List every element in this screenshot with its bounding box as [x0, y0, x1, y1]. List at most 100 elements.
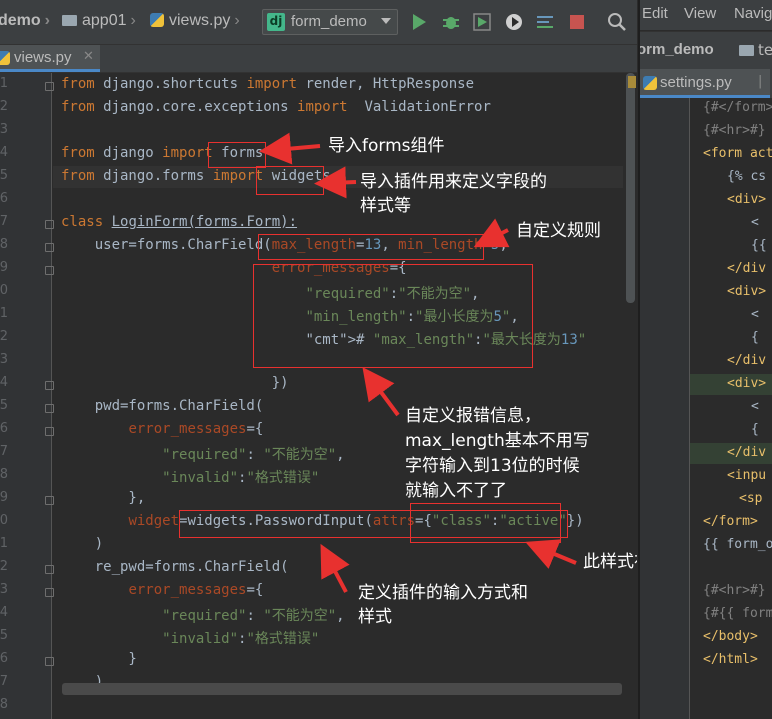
- code-line: {#<hr>#}: [703, 583, 766, 598]
- code-editor[interactable]: from django.shortcuts import render, Htt…: [53, 73, 623, 719]
- python-file-icon: [643, 76, 657, 90]
- run-icon[interactable]: [409, 12, 429, 32]
- code-line: {{ form_o: [703, 537, 772, 552]
- code-line: <div>: [727, 376, 767, 391]
- code-line: <inpu: [727, 468, 767, 483]
- line-number: 0: [0, 283, 8, 298]
- code-line: {#<hr>#}: [703, 123, 766, 138]
- breadcrumb-app01[interactable]: app01 ›: [62, 12, 136, 30]
- python-file-icon: [0, 51, 10, 65]
- line-number: 9: [0, 490, 8, 505]
- highlight-box-rules: [258, 234, 484, 260]
- editor-window-left: demo › app01 › views.py › dj form_demo view…: [0, 0, 637, 719]
- run-configuration-select[interactable]: dj form_demo: [262, 9, 398, 35]
- line-number: 5: [0, 168, 8, 183]
- note-widget-2: 样式: [358, 607, 392, 627]
- code-line: error_messages={: [128, 421, 264, 437]
- code-line: </form>: [703, 514, 758, 529]
- django-icon: dj: [267, 13, 285, 31]
- code-line: }): [61, 375, 289, 391]
- line-number: 3: [0, 352, 8, 367]
- menu-edit[interactable]: Edit: [642, 5, 668, 22]
- breadcrumb-project-right[interactable]: orm_demo: [640, 41, 714, 58]
- line-number: 0: [0, 513, 8, 528]
- line-number: 3: [0, 582, 8, 597]
- search-icon[interactable]: [607, 12, 627, 32]
- line-number: 1: [0, 536, 8, 551]
- code-line: {: [751, 330, 759, 345]
- note-error-3: 字符输入到13位的时候: [405, 456, 580, 476]
- code-line: pwd=forms.CharField(: [61, 398, 264, 414]
- stop-icon[interactable]: [567, 12, 587, 32]
- code-line: class LoginForm(forms.Form):: [61, 214, 298, 230]
- editor-tab-bar: views.py ✕: [0, 45, 637, 73]
- line-number: 5: [0, 628, 8, 643]
- code-line: <form act: [703, 146, 772, 161]
- code-line: <div>: [727, 192, 767, 207]
- chevron-down-icon: [381, 18, 391, 24]
- note-error-4: 就输入不了了: [405, 481, 507, 501]
- code-line: error_messages={: [128, 582, 264, 598]
- highlight-box-widgets: [256, 166, 324, 195]
- highlight-box-error-messages: [253, 264, 533, 368]
- code-line: {#{{ form: [703, 606, 772, 621]
- line-number: 2: [0, 559, 8, 574]
- code-line: {#</form>: [703, 100, 772, 115]
- line-number: 2: [0, 99, 8, 114]
- code-line: <: [751, 399, 759, 414]
- error-stripe-marker[interactable]: [628, 76, 636, 88]
- line-number: 5: [0, 398, 8, 413]
- code-line: </body>: [703, 629, 758, 644]
- menu-navigate[interactable]: Navig: [734, 5, 772, 22]
- line-number: 4: [0, 375, 8, 390]
- line-number: 6: [0, 421, 8, 436]
- breadcrumb-views-py[interactable]: views.py ›: [150, 12, 240, 30]
- code-line: </div: [727, 261, 767, 276]
- tab-settings-py[interactable]: settings.py |: [640, 69, 770, 98]
- code-line: <: [751, 307, 759, 322]
- code-line: <sp: [739, 491, 763, 506]
- note-error-2: max_length基本不用写: [405, 431, 590, 451]
- note-style-1: 此样式在html文件: [583, 552, 637, 572]
- breadcrumb-project[interactable]: demo ›: [0, 12, 50, 30]
- editor-tab-bar-right: settings.py |: [640, 69, 772, 98]
- code-line: <: [751, 215, 759, 230]
- build-icon[interactable]: [535, 12, 555, 32]
- line-number: 4: [0, 605, 8, 620]
- code-line: </div: [727, 353, 767, 368]
- code-line: {% cs: [727, 169, 767, 184]
- note-error-1: 自定义报错信息，: [405, 406, 541, 426]
- code-line: "required": "不能为空",: [162, 608, 345, 624]
- code-line: from django.core.exceptions import Valid…: [61, 99, 491, 115]
- folder-icon: [739, 45, 754, 56]
- line-number: 8: [0, 697, 8, 712]
- code-line: </html>: [703, 652, 758, 667]
- close-icon[interactable]: |: [758, 74, 762, 89]
- line-number: 8: [0, 467, 8, 482]
- line-number: 7: [0, 444, 8, 459]
- line-number: 6: [0, 651, 8, 666]
- line-number-gutter-right: [640, 98, 690, 719]
- line-number: 1: [0, 76, 8, 91]
- horizontal-scrollbar[interactable]: [62, 683, 622, 695]
- navigation-bar: demo › app01 › views.py › dj form_demo: [0, 0, 637, 45]
- code-line: },: [61, 490, 146, 506]
- note-forms: 导入forms组件: [328, 136, 445, 156]
- close-icon[interactable]: ✕: [83, 49, 94, 64]
- code-line: </div: [727, 445, 767, 460]
- scrollbar-thumb[interactable]: [626, 73, 635, 303]
- debug-icon[interactable]: [441, 12, 461, 32]
- tab-views-py[interactable]: views.py ✕: [0, 45, 100, 72]
- python-file-icon: [150, 13, 164, 27]
- breadcrumb-templates[interactable]: te: [758, 41, 772, 59]
- profile-icon[interactable]: [504, 12, 524, 32]
- note-rules: 自定义规则: [516, 221, 601, 241]
- folder-icon: [62, 15, 77, 26]
- coverage-icon[interactable]: [472, 12, 492, 32]
- highlight-box-forms: [208, 142, 266, 168]
- line-number: 3: [0, 122, 8, 137]
- line-number: 1: [0, 306, 8, 321]
- vertical-scrollbar[interactable]: [623, 73, 637, 719]
- line-number: 7: [0, 214, 8, 229]
- menu-view[interactable]: View: [684, 5, 716, 22]
